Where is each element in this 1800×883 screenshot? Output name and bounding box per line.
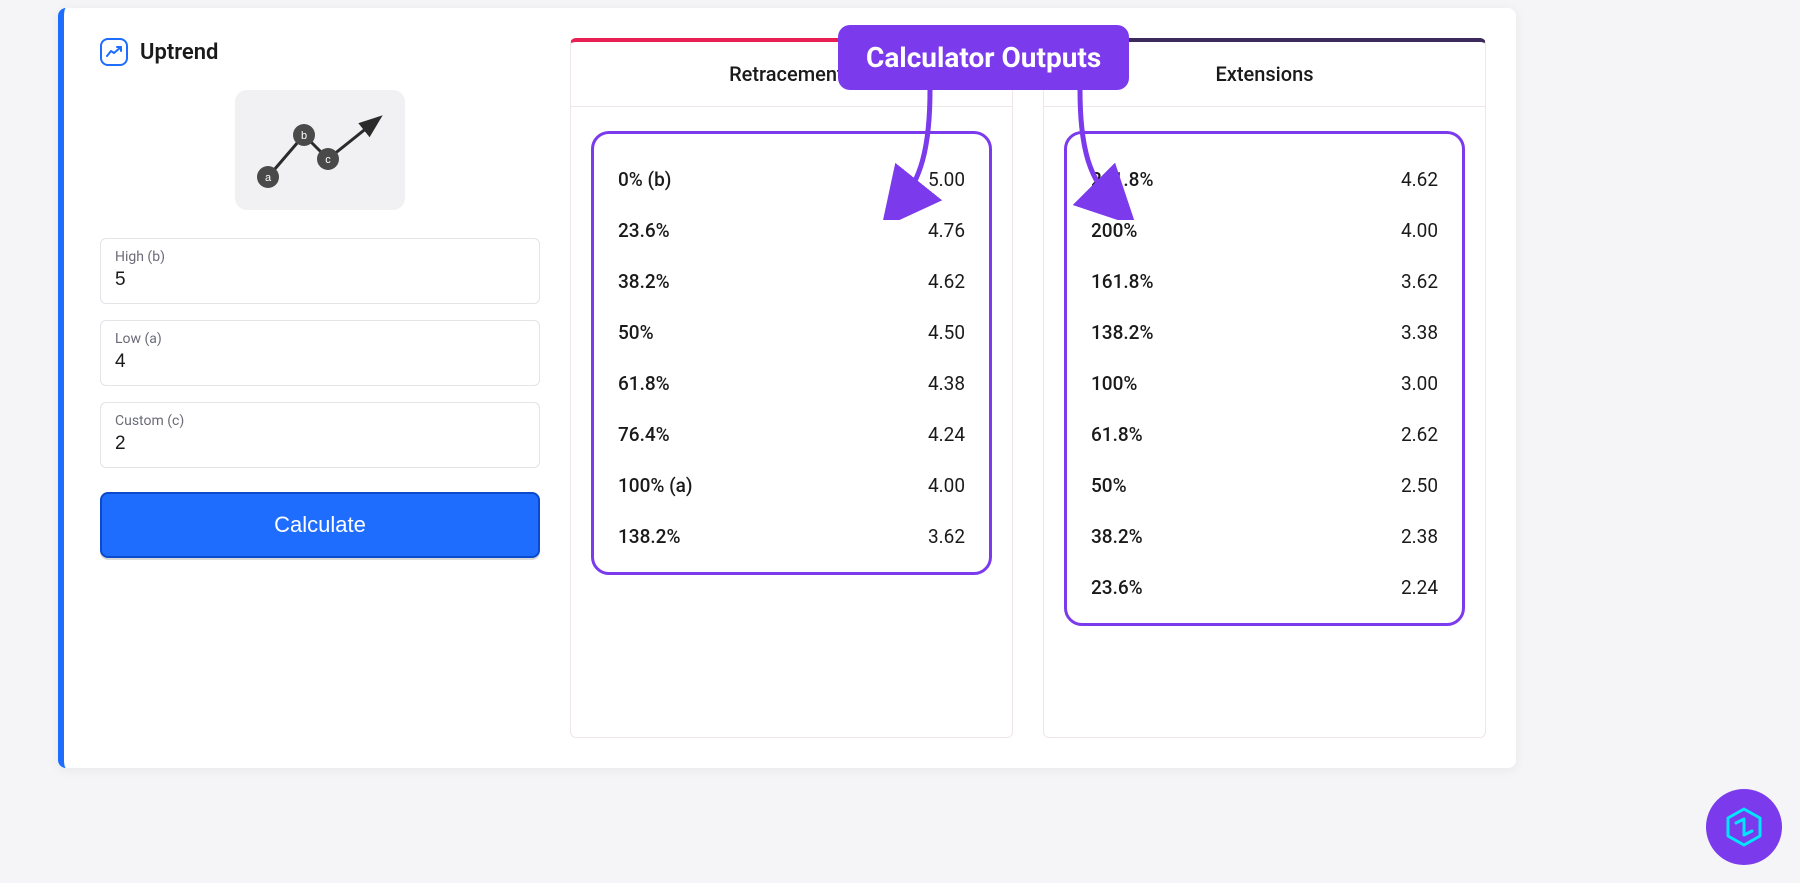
row-label: 50% [618, 321, 654, 344]
row-label: 23.6% [1091, 576, 1143, 599]
row-value: 2.50 [1401, 474, 1438, 497]
row-value: 3.38 [1401, 321, 1438, 344]
data-row: 200% 4.00 [1085, 205, 1444, 256]
row-value: 4.00 [1401, 219, 1438, 242]
trend-header: Uptrend [100, 38, 540, 66]
data-row: 50% 2.50 [1085, 460, 1444, 511]
data-row: 161.8% 3.62 [1085, 256, 1444, 307]
custom-input-group[interactable]: Custom (c) [100, 402, 540, 468]
data-row: 23.6% 2.24 [1085, 562, 1444, 613]
trend-title: Uptrend [140, 40, 218, 65]
high-input-group[interactable]: High (b) [100, 238, 540, 304]
svg-text:a: a [265, 172, 272, 184]
data-row: 23.6% 4.76 [612, 205, 971, 256]
row-label: 61.8% [618, 372, 670, 395]
calculator-card: Uptrend a b c High (b) [58, 8, 1516, 768]
retracements-panel: Retracements 0% (b)5.0023.6%4.7638.2%4.6… [570, 38, 1013, 738]
row-label: 138.2% [1091, 321, 1153, 344]
low-input[interactable] [115, 351, 525, 373]
row-label: 200% [1091, 219, 1137, 242]
row-value: 4.24 [928, 423, 965, 446]
row-value: 4.50 [928, 321, 965, 344]
calculate-button[interactable]: Calculate [100, 492, 540, 558]
row-label: 100% [1091, 372, 1137, 395]
row-label: 261.8% [1091, 168, 1153, 191]
row-value: 5.00 [928, 168, 965, 191]
output-panels: Retracements 0% (b)5.0023.6%4.7638.2%4.6… [570, 38, 1486, 738]
row-value: 3.62 [928, 525, 965, 548]
row-label: 0% (b) [618, 168, 671, 191]
data-row: 38.2% 4.62 [612, 256, 971, 307]
row-label: 38.2% [618, 270, 670, 293]
row-label: 23.6% [618, 219, 670, 242]
data-row: 50% 4.50 [612, 307, 971, 358]
svg-text:c: c [325, 154, 331, 166]
input-panel: Uptrend a b c High (b) [100, 38, 540, 738]
row-label: 100% (a) [618, 474, 693, 497]
row-value: 4.62 [1401, 168, 1438, 191]
row-value: 3.00 [1401, 372, 1438, 395]
high-input[interactable] [115, 269, 525, 291]
row-label: 138.2% [618, 525, 680, 548]
row-value: 4.00 [928, 474, 965, 497]
row-value: 2.24 [1401, 576, 1438, 599]
data-row: 0% (b) 5.00 [612, 154, 971, 205]
row-value: 4.62 [928, 270, 965, 293]
row-label: 76.4% [618, 423, 670, 446]
data-row: 61.8% 4.38 [612, 358, 971, 409]
data-row: 138.2% 3.62 [612, 511, 971, 562]
row-value: 2.62 [1401, 423, 1438, 446]
data-row: 38.2% 2.38 [1085, 511, 1444, 562]
svg-text:b: b [301, 130, 307, 142]
uptrend-icon [100, 38, 128, 66]
callout-badge: Calculator Outputs [838, 25, 1129, 90]
extensions-panel: Extensions 261.8%4.62200%4.00161.8%3.621… [1043, 38, 1486, 738]
row-value: 4.76 [928, 219, 965, 242]
data-row: 61.8% 2.62 [1085, 409, 1444, 460]
data-row: 261.8% 4.62 [1085, 154, 1444, 205]
low-input-group[interactable]: Low (a) [100, 320, 540, 386]
data-row: 100% 3.00 [1085, 358, 1444, 409]
retracements-highlight: 0% (b) 5.00 23.6% 4.76 38.2% 4.62 50% 4.50 61.8%… [591, 131, 992, 575]
row-label: 38.2% [1091, 525, 1143, 548]
row-label: 50% [1091, 474, 1127, 497]
high-label: High (b) [115, 249, 525, 265]
low-label: Low (a) [115, 331, 525, 347]
data-row: 138.2% 3.38 [1085, 307, 1444, 358]
data-row: 100% (a) 4.00 [612, 460, 971, 511]
row-value: 3.62 [1401, 270, 1438, 293]
row-label: 161.8% [1091, 270, 1153, 293]
custom-input[interactable] [115, 433, 525, 455]
row-value: 2.38 [1401, 525, 1438, 548]
data-row: 76.4% 4.24 [612, 409, 971, 460]
extensions-highlight: 261.8% 4.62 200% 4.00 161.8% 3.62 138.2% 3.38 10… [1064, 131, 1465, 626]
custom-label: Custom (c) [115, 413, 525, 429]
trend-diagram: a b c [235, 90, 405, 210]
row-label: 61.8% [1091, 423, 1143, 446]
row-value: 4.38 [928, 372, 965, 395]
brand-logo-icon [1706, 789, 1782, 865]
